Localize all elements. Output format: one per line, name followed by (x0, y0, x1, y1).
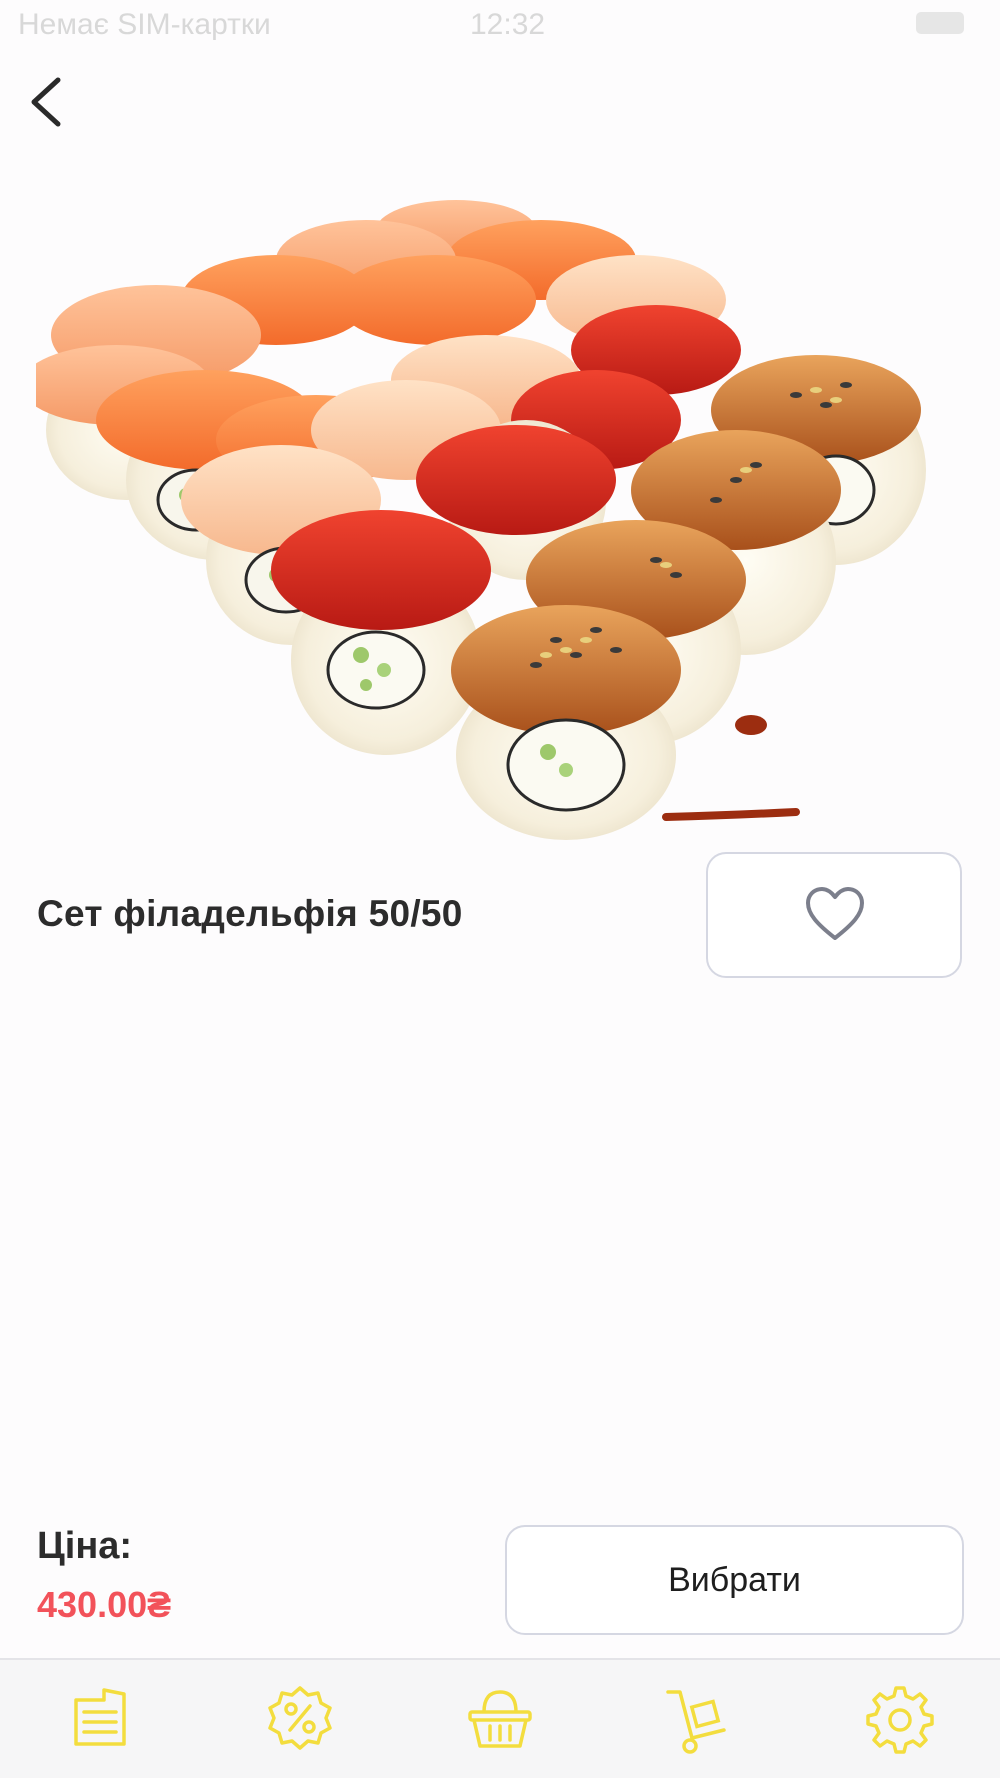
menu-icon (74, 1688, 126, 1746)
bottom-nav (0, 1658, 1000, 1778)
back-button[interactable] (22, 70, 82, 130)
battery-icon (916, 12, 964, 34)
favorite-button[interactable] (706, 852, 962, 978)
choose-button[interactable]: Вибрати (505, 1525, 964, 1635)
heart-icon (806, 887, 864, 940)
nav-discounts[interactable] (260, 1678, 340, 1758)
time-text: 12:32 (470, 8, 546, 41)
status-bar: Немає SIM-картки 12:32 (0, 0, 1000, 50)
delivery-cart-icon (666, 1690, 726, 1754)
nav-delivery[interactable] (660, 1678, 740, 1758)
price-value: 430.00₴ (37, 1584, 172, 1625)
basket-icon (468, 1690, 532, 1748)
product-image (36, 200, 926, 840)
product-screen: Немає SIM-картки 12:32 Сет філадельфія 5… (0, 0, 1000, 1778)
price-label: Ціна: (37, 1525, 133, 1567)
chevron-left-icon (31, 77, 61, 127)
nav-settings[interactable] (860, 1678, 940, 1758)
carrier-text: Немає SIM-картки (18, 8, 271, 41)
product-title: Сет філадельфія 50/50 (37, 893, 463, 934)
settings-icon (866, 1686, 934, 1754)
nav-basket[interactable] (460, 1678, 540, 1758)
discount-icon (268, 1686, 332, 1750)
nav-menu[interactable] (60, 1678, 140, 1758)
